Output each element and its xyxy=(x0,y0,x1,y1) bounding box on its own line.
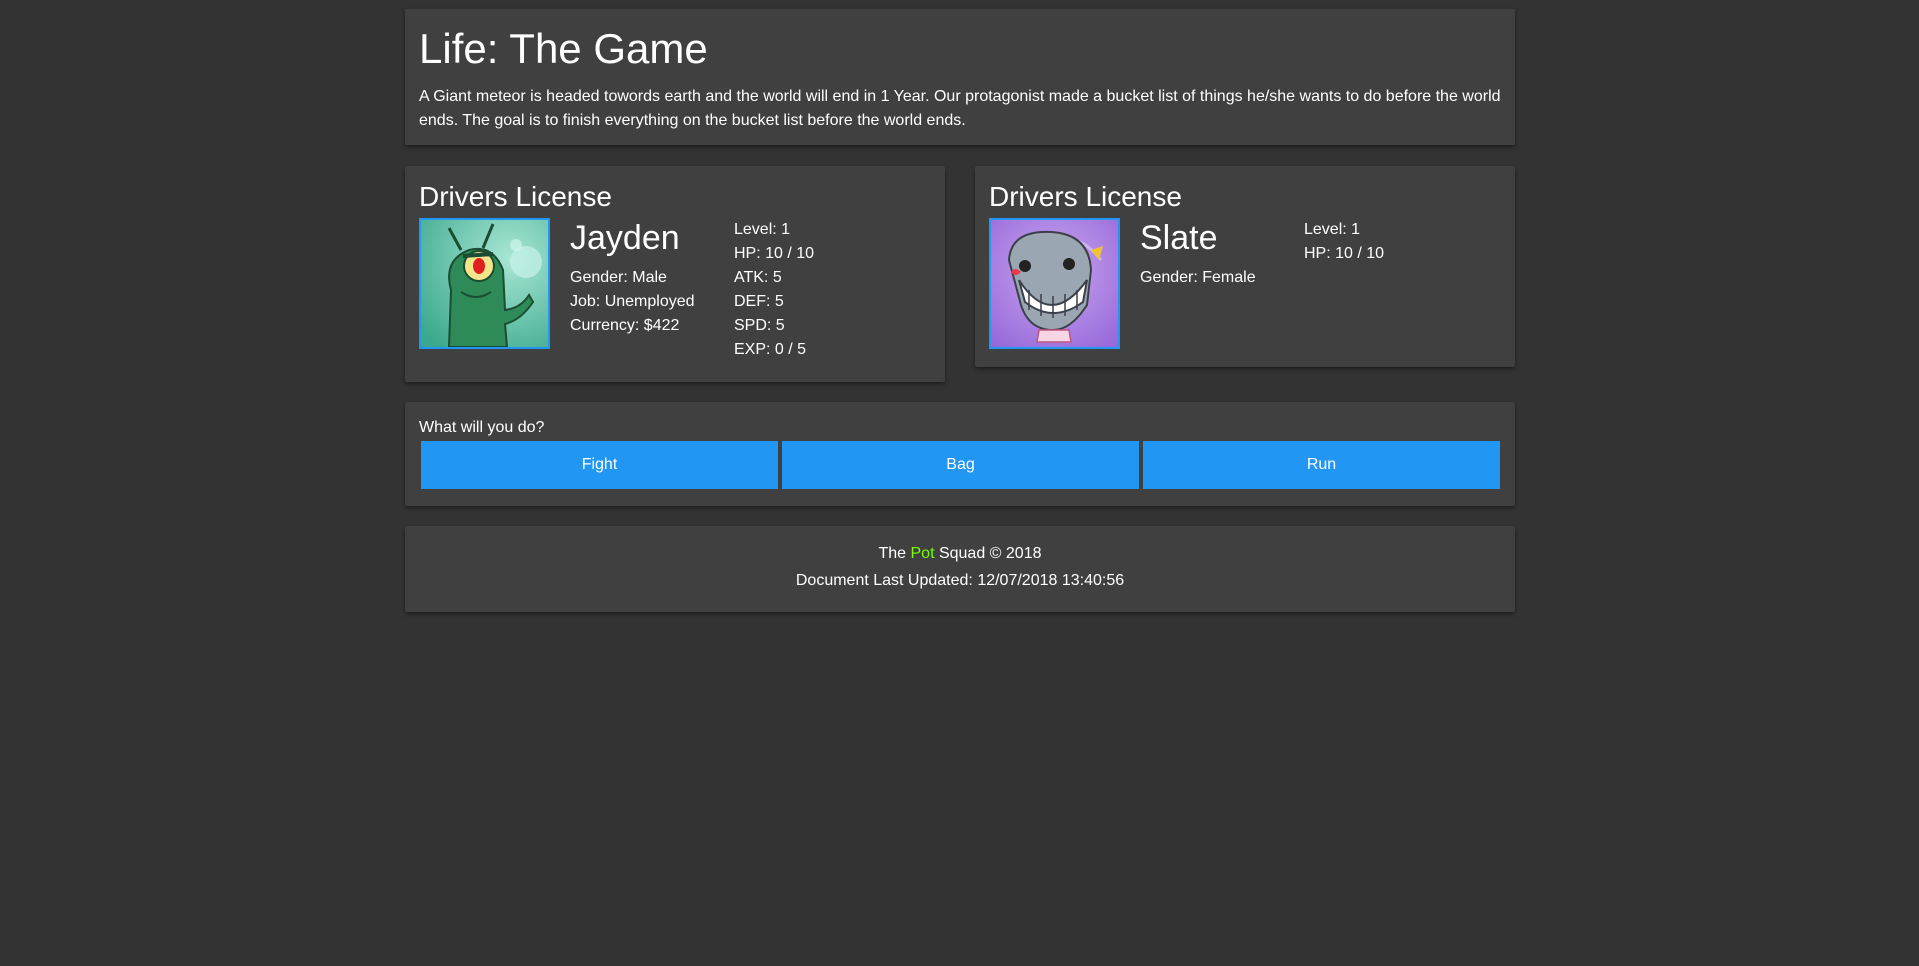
actions-card: What will you do? Fight Bag Run xyxy=(405,402,1515,506)
player-info: Jayden Gender: Male Job: Unemployed Curr… xyxy=(570,218,720,338)
player-license-body: Jayden Gender: Male Job: Unemployed Curr… xyxy=(419,218,931,362)
player-name: Jayden xyxy=(570,219,680,257)
footer-updated: Document Last Updated: 12/07/2018 13:40:… xyxy=(795,572,1125,589)
run-button[interactable]: Run xyxy=(1143,441,1500,489)
player-license-card: Drivers License Jayden Gender: Male Job:… xyxy=(405,166,945,382)
footer-brand-suffix: Squad © 2018 xyxy=(934,545,1042,562)
page-title: Life: The Game xyxy=(419,25,708,72)
action-prompt: What will you do? xyxy=(419,419,545,436)
player-gender: Gender: Male xyxy=(570,269,667,286)
action-buttons: Fight Bag Run xyxy=(421,441,1513,489)
fight-button[interactable]: Fight xyxy=(421,441,778,489)
game-description: A Giant meteor is headed towords earth a… xyxy=(419,88,1501,129)
opponent-name: Slate xyxy=(1140,219,1218,257)
plankton-portrait-icon xyxy=(419,218,550,349)
footer-brand-accent: Pot xyxy=(910,545,935,562)
player-stat-hp: HP: 10 / 10 xyxy=(734,245,815,262)
player-stat-atk: ATK: 5 xyxy=(734,269,782,286)
footer-brand: The Pot Squad © 2018 xyxy=(405,540,1515,567)
page-container: Life: The Game A Giant meteor is headed … xyxy=(405,9,1515,612)
opponent-stat-level: Level: 1 xyxy=(1304,221,1361,238)
player-stat-level: Level: 1 xyxy=(734,221,791,238)
player-job: Job: Unemployed xyxy=(570,293,695,310)
opponent-info: Slate Gender: Female xyxy=(1140,218,1290,290)
opponent-license-card: Drivers License Slate Gender: Female Lev… xyxy=(975,166,1515,367)
player-license-title: Drivers License xyxy=(419,181,612,212)
opponent-stats: Level: 1 HP: 10 / 10 xyxy=(1304,218,1384,266)
player-stats: Level: 1 HP: 10 / 10 ATK: 5 DEF: 5 SPD: … xyxy=(734,218,814,362)
opponent-gender: Gender: Female xyxy=(1140,269,1256,286)
header-card: Life: The Game A Giant meteor is headed … xyxy=(405,9,1515,145)
player-currency: Currency: $422 xyxy=(570,317,680,334)
footer-brand-prefix: The xyxy=(878,545,911,562)
opponent-license-body: Slate Gender: Female Level: 1 HP: 10 / 1… xyxy=(989,218,1501,349)
license-row: Drivers License Jayden Gender: Male Job:… xyxy=(405,166,1515,382)
bag-button[interactable]: Bag xyxy=(782,441,1139,489)
player-stat-spd: SPD: 5 xyxy=(734,317,785,334)
opponent-license-title: Drivers License xyxy=(989,181,1182,212)
pearl-whale-portrait-icon xyxy=(989,218,1120,349)
footer-card: The Pot Squad © 2018 Document Last Updat… xyxy=(405,526,1515,612)
player-stat-def: DEF: 5 xyxy=(734,293,784,310)
player-stat-exp: EXP: 0 / 5 xyxy=(734,341,807,358)
opponent-stat-hp: HP: 10 / 10 xyxy=(1304,245,1385,262)
